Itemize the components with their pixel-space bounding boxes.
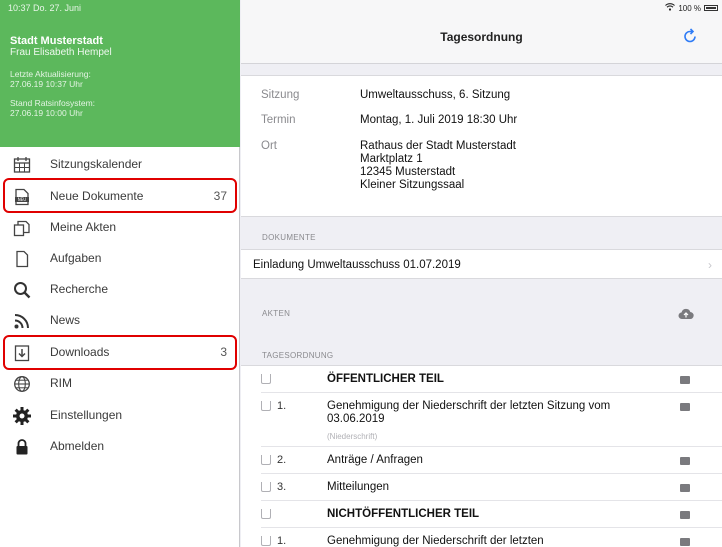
battery-percent: 100 % <box>678 3 701 13</box>
agenda-title: ÖFFENTLICHER TEIL <box>327 373 444 385</box>
globe-icon <box>12 374 32 394</box>
meeting-info-card: Sitzung Umweltausschuss, 6. Sitzung Term… <box>241 75 722 217</box>
new-document-icon: NEU <box>12 187 32 207</box>
main-panel: 100 % Tagesordnung Sitzung Umweltausschu… <box>241 0 722 547</box>
folder-icon <box>680 457 690 465</box>
termin-label: Termin <box>261 114 296 126</box>
nav-item-einstellungen[interactable]: Einstellungen <box>0 400 240 431</box>
download-icon <box>12 343 32 363</box>
user-name: Frau Elisabeth Hempel <box>10 47 112 58</box>
top-bar: 100 % Tagesordnung <box>241 0 722 64</box>
agenda-number: 3. <box>277 481 287 493</box>
checkbox-icon[interactable] <box>261 509 271 519</box>
nav-item-rim[interactable]: RIM <box>0 368 240 399</box>
nav-label: RIM <box>50 376 72 390</box>
rs-status-label: Stand Ratsinfosystem: <box>10 98 96 108</box>
gear-icon <box>12 406 32 426</box>
status-right: 100 % <box>665 3 718 13</box>
agenda-title: Genehmigung der Niederschrift der letzte… <box>327 535 544 547</box>
wifi-icon <box>665 3 676 13</box>
lock-icon <box>12 437 32 457</box>
section-header-akten: AKTEN <box>262 309 291 318</box>
agenda-list: ÖFFENTLICHER TEIL 1. Genehmigung der Nie… <box>241 365 722 547</box>
nav-label: Abmelden <box>50 439 105 453</box>
nav-item-abmelden[interactable]: Abmelden <box>0 431 240 462</box>
agenda-title: Anträge / Anfragen <box>327 454 423 466</box>
nav-item-downloads[interactable]: Downloads 3 <box>0 337 240 368</box>
agenda-item[interactable]: 1. Genehmigung der Niederschrift der let… <box>241 528 722 547</box>
nav-item-meine-akten[interactable]: Meine Akten <box>0 212 240 243</box>
rss-icon <box>12 311 32 331</box>
folder-icon <box>680 538 690 546</box>
folder-icon <box>680 511 690 519</box>
last-update-label: Letzte Aktualisierung: <box>10 69 91 79</box>
section-header-tagesordnung: TAGESORDNUNG <box>262 351 334 360</box>
nav-item-sitzungskalender[interactable]: Sitzungskalender <box>0 149 240 180</box>
nav-label: Recherche <box>50 282 109 296</box>
page-title: Tagesordnung <box>440 30 523 44</box>
agenda-number: 2. <box>277 454 287 466</box>
sitzung-value: Umweltausschuss, 6. Sitzung <box>360 89 511 101</box>
section-header-dokumente: DOKUMENTE <box>262 233 316 242</box>
last-update-value: 27.06.19 10:37 Uhr <box>10 79 83 89</box>
folders-icon <box>12 218 32 238</box>
nav-count-badge: 3 <box>220 345 227 359</box>
battery-icon <box>704 5 718 11</box>
chevron-right-icon: › <box>708 258 712 272</box>
agenda-title: Mitteilungen <box>327 481 390 493</box>
sidebar: 10:37 Do. 27. Juni Stadt Musterstadt Fra… <box>0 0 240 547</box>
svg-text:NEU: NEU <box>18 197 27 202</box>
folder-icon <box>680 403 690 411</box>
nav-item-news[interactable]: News <box>0 305 240 336</box>
agenda-title: Genehmigung der Niederschrift der letzte… <box>327 400 611 425</box>
agenda-item[interactable]: 2. Anträge / Anfragen <box>241 447 722 473</box>
document-title: Einladung Umweltausschuss 01.07.2019 <box>253 259 461 271</box>
nav-item-neue-dokumente[interactable]: NEU Neue Dokumente 37 <box>0 181 240 212</box>
document-icon <box>12 249 32 269</box>
checkbox-icon[interactable] <box>261 536 271 546</box>
document-row[interactable]: Einladung Umweltausschuss 01.07.2019 › <box>241 249 722 279</box>
nav-item-recherche[interactable]: Recherche <box>0 274 240 305</box>
nav-item-aufgaben[interactable]: Aufgaben <box>0 243 240 274</box>
status-time-date: 10:37 Do. 27. Juni <box>8 3 82 13</box>
nav-label: Downloads <box>50 345 110 359</box>
sidebar-header: 10:37 Do. 27. Juni Stadt Musterstadt Fra… <box>0 0 240 147</box>
search-icon <box>12 280 32 300</box>
folder-icon <box>680 376 690 384</box>
agenda-item[interactable]: 1. Genehmigung der Niederschrift der let… <box>241 393 722 446</box>
ort-line: 12345 Musterstadt <box>360 166 456 178</box>
refresh-icon[interactable] <box>682 28 698 44</box>
ort-line: Marktplatz 1 <box>360 153 423 165</box>
rs-status-value: 27.06.19 10:00 Uhr <box>10 108 83 118</box>
agenda-item[interactable]: ÖFFENTLICHER TEIL <box>241 366 722 392</box>
ort-line: Kleiner Sitzungssaal <box>360 179 465 191</box>
checkbox-icon[interactable] <box>261 482 271 492</box>
cloud-upload-icon[interactable] <box>678 307 694 320</box>
agenda-subtitle: (Niederschrift) <box>327 432 378 441</box>
checkbox-icon[interactable] <box>261 455 271 465</box>
ort-line: Rathaus der Stadt Musterstadt <box>360 140 516 152</box>
agenda-item[interactable]: 3. Mitteilungen <box>241 474 722 500</box>
calendar-icon <box>12 155 32 175</box>
city-name: Stadt Musterstadt <box>10 35 103 47</box>
nav-label: Neue Dokumente <box>50 189 144 203</box>
nav-label: Sitzungskalender <box>50 157 143 171</box>
folder-icon <box>680 484 690 492</box>
checkbox-icon[interactable] <box>261 374 271 384</box>
sitzung-label: Sitzung <box>261 89 300 101</box>
agenda-number: 1. <box>277 535 287 547</box>
agenda-title: NICHTÖFFENTLICHER TEIL <box>327 508 480 520</box>
nav-label: News <box>50 313 81 327</box>
ort-label: Ort <box>261 140 277 152</box>
termin-value: Montag, 1. Juli 2019 18:30 Uhr <box>360 114 518 126</box>
nav-label: Aufgaben <box>50 251 102 265</box>
nav-count-badge: 37 <box>213 189 227 203</box>
nav-label: Einstellungen <box>50 408 123 422</box>
agenda-item[interactable]: NICHTÖFFENTLICHER TEIL <box>241 501 722 527</box>
nav-label: Meine Akten <box>50 220 117 234</box>
checkbox-icon[interactable] <box>261 401 271 411</box>
agenda-number: 1. <box>277 400 287 412</box>
